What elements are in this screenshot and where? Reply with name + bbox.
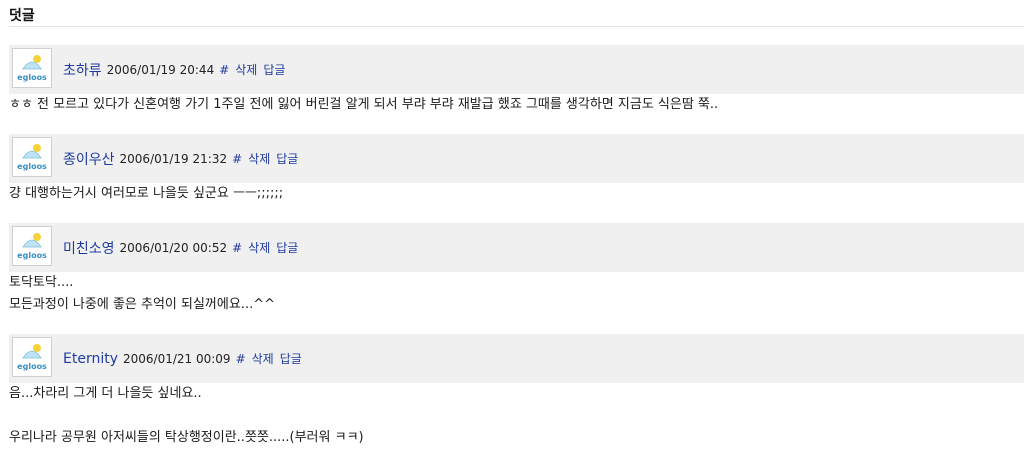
comment-text-line: 우리나라 공무원 아저씨들의 탁상행정이란..쯧쯧.....(부러워 ㅋㅋ) [9, 430, 364, 445]
permalink-hash[interactable]: # [232, 241, 242, 255]
comment-header: egloos 초하류 2006/01/19 20:44 # 삭제 답글 [9, 45, 1024, 94]
comment-list: egloos 초하류 2006/01/19 20:44 # 삭제 답글 ㅎㅎ 전… [0, 0, 1024, 452]
comment-text-line: ㅎㅎ 전 모르고 있다가 신혼여행 가기 1주일 전에 잃어 버린걸 알게 되서… [9, 97, 719, 112]
egloos-logo-icon: egloos [13, 227, 51, 265]
comment-author-link[interactable]: 초하류 [63, 60, 102, 80]
svg-text:egloos: egloos [17, 251, 47, 260]
permalink-hash[interactable]: # [219, 63, 229, 77]
reply-link[interactable]: 답글 [276, 239, 298, 256]
svg-text:egloos: egloos [17, 362, 47, 371]
comment-text-line: 토닥토닥.... [9, 275, 74, 290]
delete-link[interactable]: 삭제 [248, 150, 270, 167]
egloos-logo-icon: egloos [13, 338, 51, 376]
comment-text-line: 모든과정이 나중에 좋은 추억이 되실꺼에요...^^ [9, 297, 275, 312]
comment-date: 2006/01/21 00:09 [123, 351, 231, 366]
comment-author-link[interactable]: Eternity [63, 351, 118, 367]
comment-date: 2006/01/20 00:52 [119, 240, 228, 255]
reply-link[interactable]: 답글 [276, 150, 298, 167]
comment-body: 토닥토닥.... 모든과정이 나중에 좋은 추억이 되실꺼에요...^^ [9, 272, 1009, 316]
permalink-hash[interactable]: # [236, 352, 246, 366]
avatar[interactable]: egloos [12, 137, 52, 177]
avatar[interactable]: egloos [12, 337, 52, 377]
delete-link[interactable]: 삭제 [235, 61, 257, 78]
avatar[interactable]: egloos [12, 48, 52, 88]
avatar[interactable]: egloos [12, 226, 52, 266]
comment-author-link[interactable]: 미친소영 [63, 238, 115, 258]
comment-text-line: 음...차라리 그게 더 나을듯 싶네요.. [9, 386, 202, 401]
svg-text:egloos: egloos [17, 73, 47, 82]
egloos-logo-icon: egloos [13, 138, 51, 176]
comment-header: egloos 종이우산 2006/01/19 21:32 # 삭제 답글 [9, 134, 1024, 183]
delete-link[interactable]: 삭제 [248, 239, 270, 256]
comment-date: 2006/01/19 21:32 [119, 151, 228, 166]
comment-date: 2006/01/19 20:44 [106, 62, 215, 77]
comment-text-line: 걍 대행하는거시 여러모로 나을듯 싶군요 ㅡㅡ;;;;;; [9, 186, 284, 201]
comment-body: 걍 대행하는거시 여러모로 나을듯 싶군요 ㅡㅡ;;;;;; [9, 183, 1009, 205]
comment-header: egloos Eternity 2006/01/21 00:09 # 삭제 답글 [9, 334, 1024, 383]
permalink-hash[interactable]: # [232, 152, 242, 166]
reply-link[interactable]: 답글 [263, 61, 285, 78]
comment-header: egloos 미친소영 2006/01/20 00:52 # 삭제 답글 [9, 223, 1024, 272]
delete-link[interactable]: 삭제 [252, 350, 274, 367]
comment-body: 음...차라리 그게 더 나을듯 싶네요.. 우리나라 공무원 아저씨들의 탁상… [9, 383, 1009, 449]
reply-link[interactable]: 답글 [280, 350, 302, 367]
comment-body: ㅎㅎ 전 모르고 있다가 신혼여행 가기 1주일 전에 잃어 버린걸 알게 되서… [9, 94, 1009, 116]
comment-author-link[interactable]: 종이우산 [63, 149, 115, 169]
comment-text-line [9, 405, 1009, 427]
egloos-logo-icon: egloos [13, 49, 51, 87]
svg-text:egloos: egloos [17, 162, 47, 171]
